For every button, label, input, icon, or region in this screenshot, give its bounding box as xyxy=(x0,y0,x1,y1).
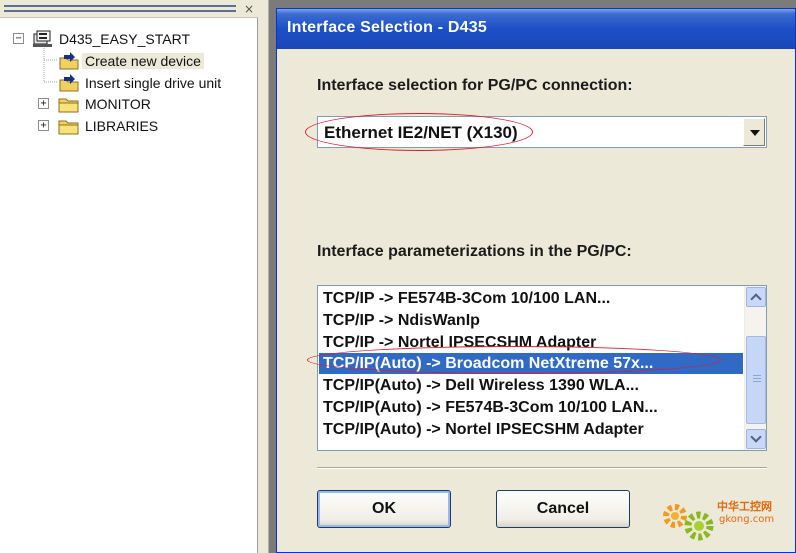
chevron-down-icon xyxy=(750,431,762,443)
wizard-folder-icon xyxy=(58,51,80,70)
tree-item-label: MONITOR xyxy=(85,95,151,112)
list-item[interactable]: TCP/IP -> Nortel IPSECSHM Adapter xyxy=(319,332,743,353)
project-tree-pane: × − D435_EASY_START Create new device In… xyxy=(0,0,258,553)
cancel-button[interactable]: Cancel xyxy=(496,490,630,528)
tree-pane-header[interactable]: × xyxy=(0,0,258,18)
tree-collapse-icon[interactable]: − xyxy=(13,33,24,44)
list-item-selected[interactable]: TCP/IP(Auto) -> Broadcom NetXtreme 57x..… xyxy=(319,353,743,374)
list-item[interactable]: TCP/IP(Auto) -> FE574B-3Com 10/100 LAN..… xyxy=(319,397,743,418)
tree-item-monitor[interactable]: MONITOR xyxy=(58,94,154,113)
tree-item-label: Insert single drive unit xyxy=(85,74,222,91)
thumb-grip xyxy=(753,378,761,379)
thumb-grip xyxy=(753,381,761,382)
tree-item-label: D435_EASY_START xyxy=(59,30,190,47)
scroll-down-button[interactable] xyxy=(746,429,766,449)
tree-item-create-new-device[interactable]: Create new device xyxy=(58,51,204,70)
list-item[interactable]: TCP/IP(Auto) -> Dell Wireless 1390 WLA..… xyxy=(319,375,743,396)
chevron-up-icon xyxy=(750,293,762,305)
project-icon xyxy=(32,30,54,48)
connection-dropdown[interactable]: Ethernet IE2/NET (X130) xyxy=(317,116,767,148)
dialog-titlebar[interactable]: Interface Selection - D435 xyxy=(277,9,795,49)
tree-item-label: LIBRARIES xyxy=(85,117,159,134)
list-item[interactable]: TCP/IP -> NdisWanIp xyxy=(319,310,743,331)
dropdown-arrow-button[interactable] xyxy=(743,118,765,146)
tree-item-root[interactable]: D435_EASY_START xyxy=(32,29,193,48)
tree-item-label: Create new device xyxy=(82,52,204,69)
pane-splitter[interactable] xyxy=(259,0,269,553)
thumb-grip xyxy=(753,375,761,376)
params-label: Interface parameterizations in the PG/PC… xyxy=(317,243,632,260)
list-item[interactable]: TCP/IP(Auto) -> Nortel IPSECSHM Adapter xyxy=(319,419,743,440)
tree-item-libraries[interactable]: LIBRARIES xyxy=(58,116,161,135)
tree-expand-icon[interactable]: + xyxy=(38,98,49,109)
pane-grip xyxy=(4,5,236,7)
wizard-folder-icon xyxy=(58,73,80,92)
scroll-thumb[interactable] xyxy=(746,336,766,424)
tree-item-insert-single-drive-unit[interactable]: Insert single drive unit xyxy=(58,73,224,92)
listbox-scrollbar[interactable] xyxy=(744,286,766,450)
folder-icon xyxy=(58,95,80,113)
dialog-separator xyxy=(317,467,767,469)
interface-selection-dialog: Interface Selection - D435 Interface sel… xyxy=(276,8,796,553)
dialog-title: Interface Selection - D435 xyxy=(287,19,487,36)
list-item[interactable]: TCP/IP -> FE574B-3Com 10/100 LAN... xyxy=(319,288,743,309)
pane-grip xyxy=(4,10,236,12)
interface-params-listbox[interactable]: TCP/IP -> FE574B-3Com 10/100 LAN... TCP/… xyxy=(317,285,767,451)
ok-button[interactable]: OK xyxy=(317,490,451,528)
connection-dropdown-value: Ethernet IE2/NET (X130) xyxy=(324,123,518,142)
folder-icon xyxy=(58,117,80,135)
tree-expand-icon[interactable]: + xyxy=(38,120,49,131)
chevron-down-icon xyxy=(750,130,760,136)
scroll-up-button[interactable] xyxy=(746,287,766,307)
connection-label: Interface selection for PG/PC connection… xyxy=(317,77,633,94)
close-pane-icon[interactable]: × xyxy=(242,2,256,16)
